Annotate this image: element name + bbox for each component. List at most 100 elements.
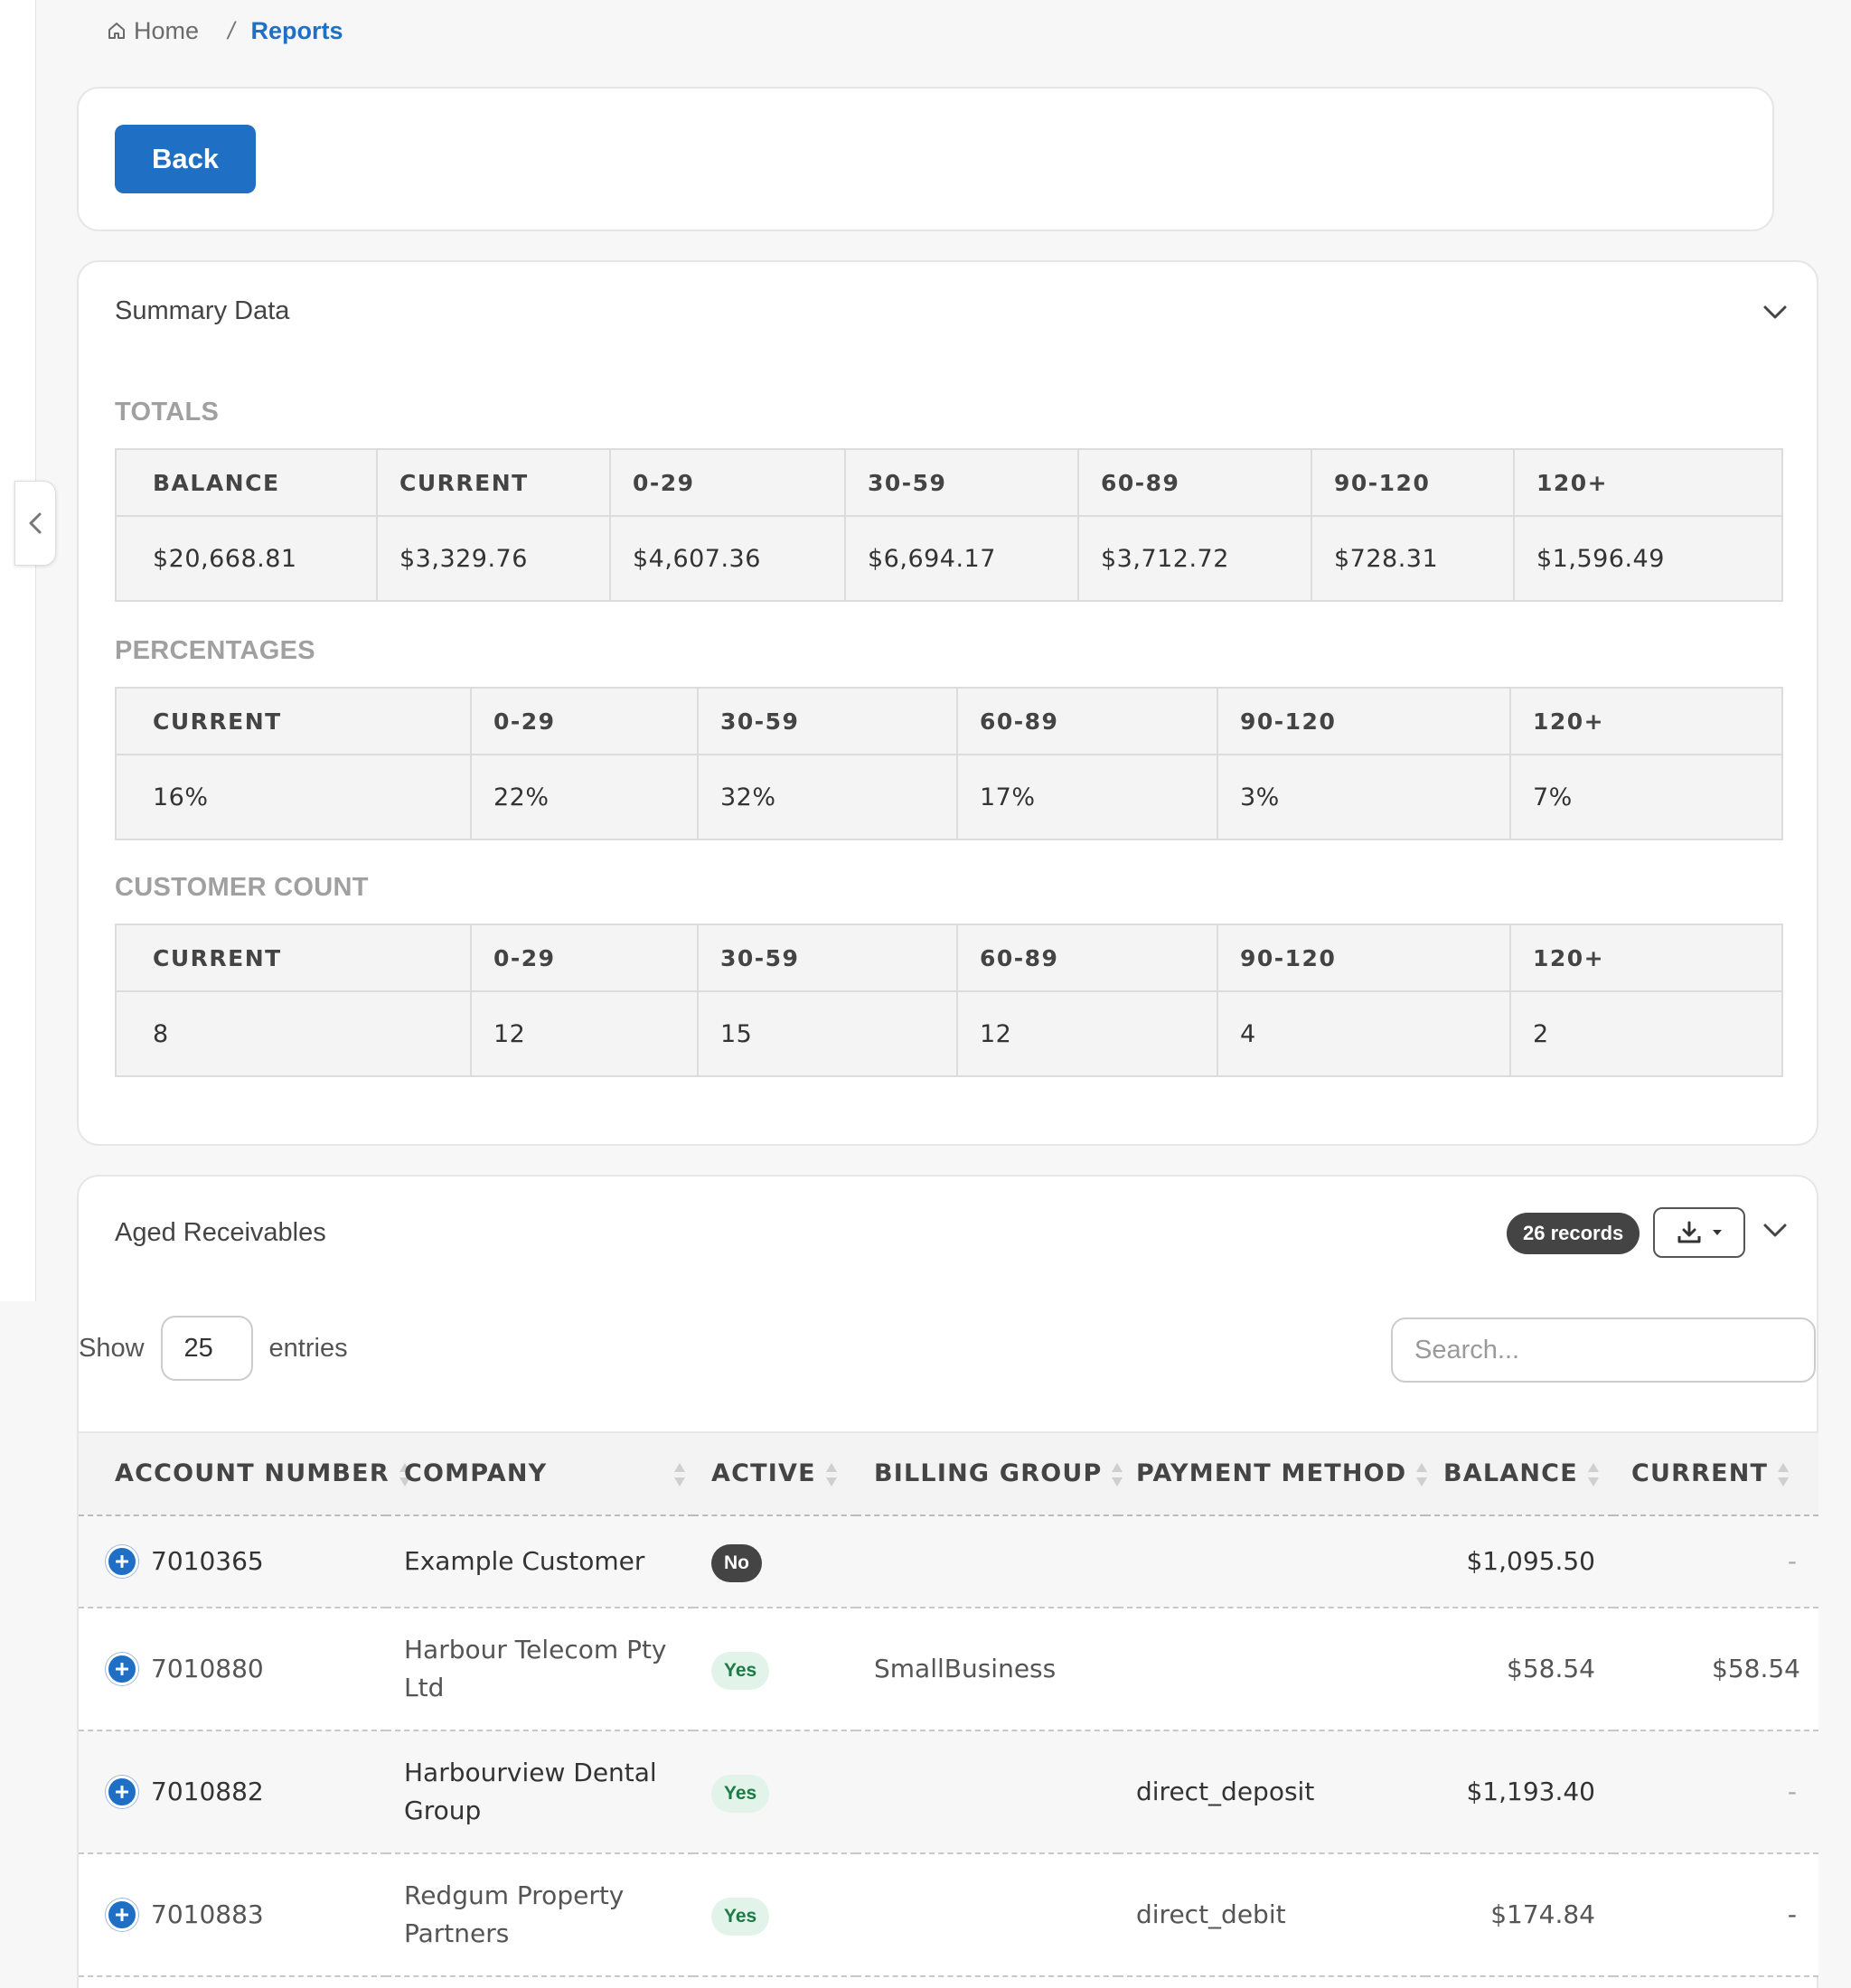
table-row: 7010880 Harbour Telecom Pty Ltd Yes Smal… xyxy=(79,1608,1818,1731)
entries-label: entries xyxy=(268,1333,348,1363)
account-cell: 7010882 xyxy=(79,1730,386,1854)
company-cell: Harbour Telecom Pty Ltd xyxy=(386,1608,693,1731)
sort-icon xyxy=(1777,1461,1790,1488)
percentages-label: PERCENTAGES xyxy=(115,636,315,665)
table-row: 7010882 Harbourview Dental Group Yes dir… xyxy=(79,1730,1818,1854)
plus-icon xyxy=(116,1555,128,1568)
billing-group-cell xyxy=(856,1853,1118,1977)
company-cell: Example Customer xyxy=(386,1515,693,1608)
percentages-table: CURRENT 0-29 30-59 60-89 90-120 120+ 16%… xyxy=(115,687,1783,840)
totals-header: 90-120 xyxy=(1311,448,1515,517)
customer-count-header: 60-89 xyxy=(956,924,1218,992)
breadcrumb-home-link[interactable]: Home xyxy=(107,17,199,45)
account-number: 7010880 xyxy=(151,1654,264,1683)
totals-value: $1,596.49 xyxy=(1513,515,1783,602)
customer-count-header: 90-120 xyxy=(1217,924,1511,992)
table-row: 7010365 Example Customer No $1,095.50 - xyxy=(79,1515,1818,1608)
expand-row-button[interactable] xyxy=(106,1776,138,1808)
column-header-label: COMPANY xyxy=(404,1459,548,1488)
totals-value: $3,712.72 xyxy=(1077,515,1312,602)
totals-value: $4,607.36 xyxy=(609,515,846,602)
payment-method-cell: direct_deposit xyxy=(1118,1730,1425,1854)
summary-collapse-toggle[interactable] xyxy=(1759,296,1791,329)
payment-method-cell xyxy=(1118,1608,1425,1731)
billing-group-cell xyxy=(856,1730,1118,1854)
totals-value: $20,668.81 xyxy=(115,515,378,602)
entries-per-page-select[interactable]: 25 xyxy=(160,1316,253,1381)
current-cell: - xyxy=(1613,1730,1818,1854)
customer-count-header: 120+ xyxy=(1509,924,1783,992)
search-input[interactable] xyxy=(1391,1318,1816,1383)
current-cell: $58.54 xyxy=(1613,1608,1818,1731)
totals-header: 120+ xyxy=(1513,448,1783,517)
customer-count-value: 8 xyxy=(115,990,472,1077)
column-header-label: CURRENT xyxy=(1631,1459,1769,1488)
customer-count-value: 4 xyxy=(1217,990,1511,1077)
percentages-value: 22% xyxy=(470,754,699,840)
totals-header: 30-59 xyxy=(844,448,1079,517)
balance-cell: $174.84 xyxy=(1425,1853,1613,1977)
aged-collapse-toggle[interactable] xyxy=(1759,1214,1791,1247)
back-button[interactable]: Back xyxy=(115,125,256,193)
active-cell: Yes xyxy=(693,1730,856,1854)
expand-row-button[interactable] xyxy=(106,1653,138,1685)
column-header-label: ACCOUNT NUMBER xyxy=(115,1459,390,1488)
column-header-current[interactable]: CURRENT xyxy=(1613,1431,1818,1516)
percentages-value: 3% xyxy=(1217,754,1511,840)
column-header-billing-group[interactable]: BILLING GROUP xyxy=(856,1431,1123,1516)
percentages-header: 0-29 xyxy=(470,687,699,755)
balance-cell: $1,095.50 xyxy=(1425,1515,1613,1608)
customer-count-value: 2 xyxy=(1509,990,1783,1077)
column-header-active[interactable]: ACTIVE xyxy=(693,1431,856,1516)
percentages-value: 7% xyxy=(1509,754,1783,840)
status-badge: Yes xyxy=(711,1897,770,1936)
payment-method-cell: direct_debit xyxy=(1118,1853,1425,1977)
column-header-company[interactable]: COMPANY xyxy=(386,1431,693,1516)
column-header-label: BALANCE xyxy=(1443,1459,1578,1488)
balance-cell: $1,193.40 xyxy=(1425,1730,1613,1854)
percentages-value: 32% xyxy=(697,754,958,840)
expand-row-button[interactable] xyxy=(106,1899,138,1931)
account-number: 7010883 xyxy=(151,1899,264,1929)
chevron-down-icon xyxy=(1763,305,1787,319)
left-sidebar-rail xyxy=(0,0,36,1301)
aged-receivables-table: ACCOUNT NUMBER COMPANY ACTIVE BILLING GR… xyxy=(79,1431,1818,1977)
table-row: 7010883 Redgum Property Partners Yes dir… xyxy=(79,1853,1818,1977)
show-label: Show xyxy=(79,1333,145,1363)
column-header-account-number[interactable]: ACCOUNT NUMBER xyxy=(79,1431,410,1516)
customer-count-header: 0-29 xyxy=(470,924,699,992)
percentages-value: 17% xyxy=(956,754,1218,840)
breadcrumb-home-label: Home xyxy=(134,16,200,44)
company-cell: Harbourview Dental Group xyxy=(386,1730,693,1854)
percentages-header: 120+ xyxy=(1509,687,1783,755)
percentages-value: 16% xyxy=(115,754,472,840)
payment-method-cell xyxy=(1118,1515,1425,1608)
customer-count-header: CURRENT xyxy=(115,924,472,992)
aged-receivables-card: Aged Receivables 26 records Show 25 entr… xyxy=(77,1175,1818,1988)
account-cell: 7010365 xyxy=(79,1515,386,1608)
home-icon xyxy=(108,23,125,39)
account-cell: 7010880 xyxy=(79,1608,386,1731)
customer-count-value: 12 xyxy=(470,990,699,1077)
sidebar-collapse-toggle[interactable] xyxy=(14,481,56,566)
customer-count-label: CUSTOMER COUNT xyxy=(115,873,369,902)
column-header-payment-method[interactable]: PAYMENT METHOD xyxy=(1118,1431,1428,1516)
plus-icon xyxy=(116,1663,128,1675)
sort-icon xyxy=(673,1461,686,1488)
billing-group-cell: SmallBusiness xyxy=(856,1608,1118,1731)
current-cell: - xyxy=(1613,1853,1818,1977)
column-header-balance[interactable]: BALANCE xyxy=(1425,1431,1613,1516)
totals-header: CURRENT xyxy=(376,448,611,517)
expand-row-button[interactable] xyxy=(106,1545,138,1578)
active-cell: Yes xyxy=(693,1853,856,1977)
caret-down-icon xyxy=(1713,1230,1722,1235)
account-cell: 7010883 xyxy=(79,1853,386,1977)
export-dropdown-button[interactable] xyxy=(1653,1207,1745,1258)
breadcrumb-current[interactable]: Reports xyxy=(251,17,343,45)
customer-count-value: 15 xyxy=(697,990,958,1077)
back-card: Back xyxy=(77,87,1774,231)
sort-icon xyxy=(1587,1461,1600,1488)
percentages-header: CURRENT xyxy=(115,687,472,755)
status-badge: Yes xyxy=(711,1774,770,1813)
sort-icon xyxy=(1415,1461,1428,1488)
